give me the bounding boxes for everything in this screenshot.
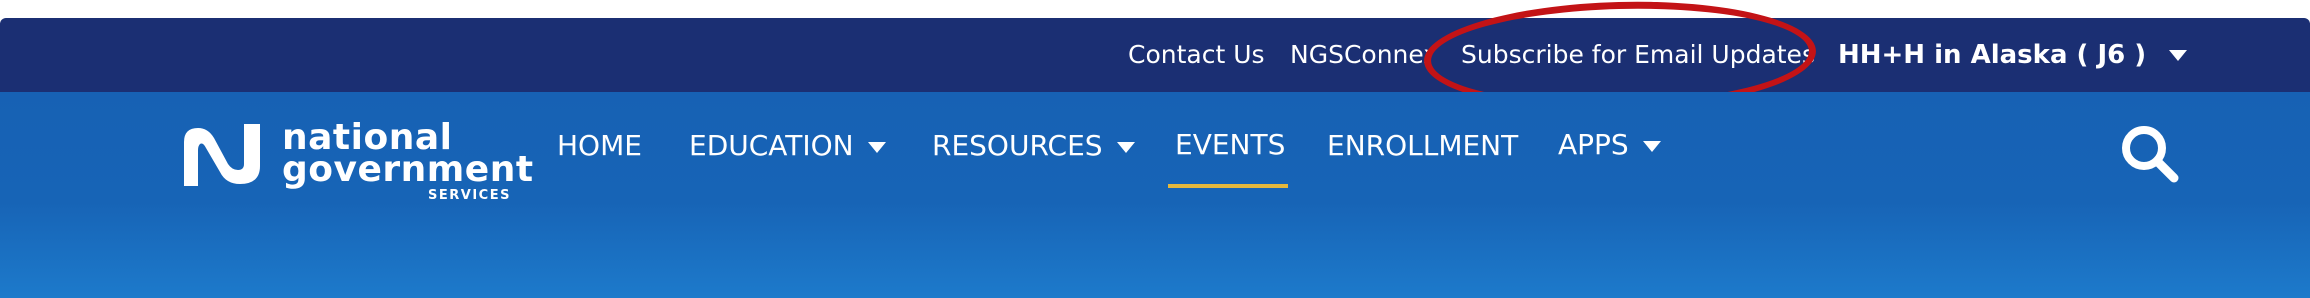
nav-enrollment[interactable]: ENROLLMENT <box>1327 92 1518 200</box>
chevron-down-icon <box>867 141 886 153</box>
region-state: Alaska <box>1970 40 2068 70</box>
search-button[interactable] <box>2118 122 2182 186</box>
nav-resources[interactable]: RESOURCES <box>932 92 1135 200</box>
utility-bar: Contact Us NGSConnex Subscribe for Email… <box>0 18 2310 92</box>
active-nav-underline <box>1168 184 1288 188</box>
nav-education-label: EDUCATION <box>689 129 854 162</box>
contact-us-link[interactable]: Contact Us <box>1128 18 1265 92</box>
ngs-logo[interactable]: national government SERVICES <box>178 120 533 203</box>
main-nav-bar: national government SERVICES HOME EDUCAT… <box>0 92 2310 298</box>
logo-text-services: SERVICES <box>428 188 511 203</box>
region-prefix: HH+H in <box>1838 40 1971 70</box>
region-code: ( J6 ) <box>2067 40 2147 70</box>
nav-resources-label: RESOURCES <box>932 129 1103 162</box>
chevron-down-icon <box>1116 141 1135 153</box>
nav-education[interactable]: EDUCATION <box>689 92 886 200</box>
nav-apps[interactable]: APPS <box>1558 92 1661 200</box>
chevron-down-icon <box>2169 50 2188 61</box>
logo-text-government: government <box>282 149 534 190</box>
chevron-down-icon <box>1642 140 1661 152</box>
ngs-logo-mark-icon <box>184 124 260 186</box>
ngsconnex-link[interactable]: NGSConnex <box>1290 18 1428 92</box>
nav-apps-label: APPS <box>1558 128 1629 161</box>
nav-home[interactable]: HOME <box>557 92 642 200</box>
search-icon <box>2122 126 2179 183</box>
region-selector[interactable]: HH+H in Alaska ( J6 ) <box>1838 18 2188 92</box>
